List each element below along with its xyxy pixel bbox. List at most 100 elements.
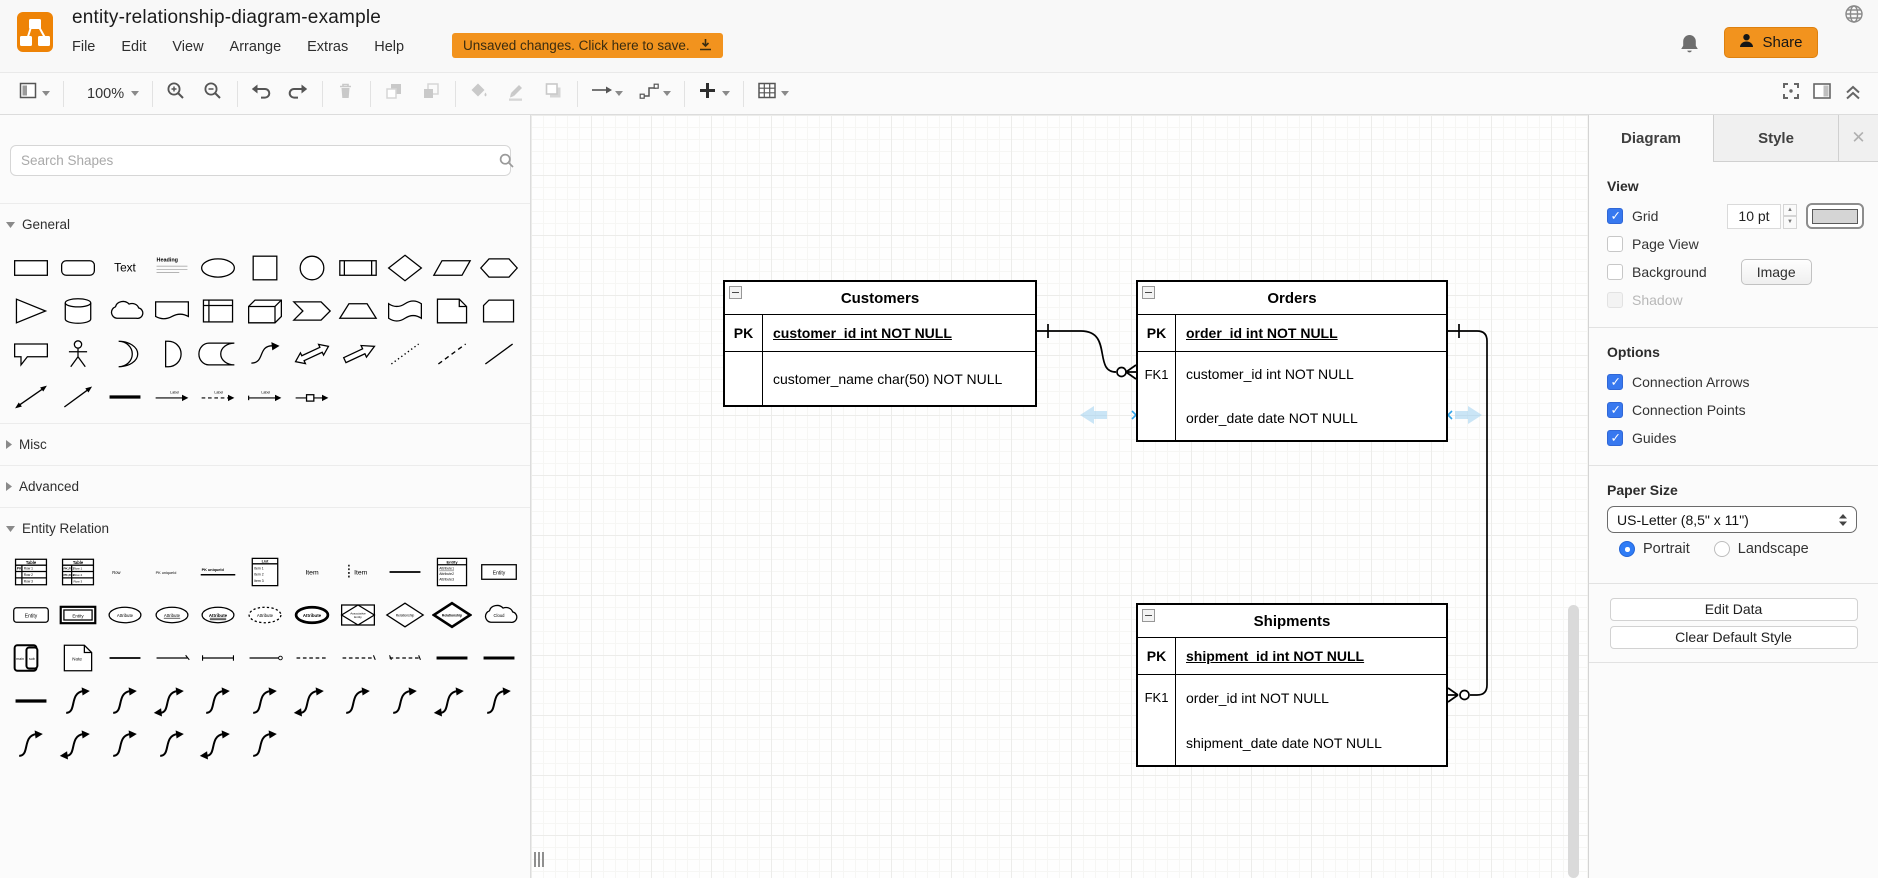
shape-table-2[interactable]: Table PK,FK1 PK,FK2 Row 1 Row 2 Row 3 [55, 553, 102, 590]
tab-diagram[interactable]: Diagram [1589, 115, 1714, 162]
shape-tape[interactable] [382, 292, 429, 329]
collapse-icon[interactable] [1142, 286, 1155, 299]
shape-attribute-underline[interactable]: Attribute [148, 596, 195, 633]
tab-style[interactable]: Style [1714, 115, 1839, 161]
redo-button[interactable] [280, 79, 317, 109]
shape-row-pk-line[interactable]: PK uniqueId [195, 553, 242, 590]
grid-color-swatch[interactable] [1806, 203, 1864, 229]
shape-bidirectional-connector[interactable] [8, 378, 55, 415]
paper-size-select[interactable]: US-Letter (8,5" x 11") [1607, 506, 1857, 533]
unsaved-changes-banner[interactable]: Unsaved changes. Click here to save. [452, 33, 723, 58]
zoom-in-button[interactable] [158, 79, 195, 109]
menu-file[interactable]: File [72, 39, 95, 55]
er-value-cell[interactable]: customer_id int NOT NULL [763, 315, 1035, 351]
insert-button[interactable] [690, 79, 738, 109]
er-key-cell[interactable]: FK1 [1138, 675, 1176, 720]
to-back-button[interactable] [413, 79, 450, 109]
shape-callout[interactable] [8, 335, 55, 372]
sidebar-section-advanced[interactable]: Advanced [0, 465, 530, 507]
shape-textbox[interactable]: Heading [148, 249, 195, 286]
er-value-cell[interactable]: customer_id int NOT NULL [1176, 352, 1446, 396]
shape-entity-rounded[interactable]: Entity [8, 596, 55, 633]
shape-directional-connector[interactable] [55, 378, 102, 415]
er-row[interactable]: shipment_date date NOT NULL [1138, 720, 1446, 765]
menu-view[interactable]: View [172, 39, 203, 55]
shape-parallelogram[interactable] [429, 249, 476, 286]
shape-and[interactable] [148, 335, 195, 372]
diagram-canvas[interactable]: Customers PK customer_id int NOT NULL custo… [531, 115, 1588, 878]
shape-actor[interactable] [55, 335, 102, 372]
search-input[interactable] [10, 145, 511, 176]
shape-er-edge-10[interactable] [475, 682, 522, 719]
shape-cloud-er[interactable]: Cloud [475, 596, 522, 633]
shape-er-edge-8[interactable] [382, 682, 429, 719]
shape-labeled-arrow-3[interactable]: Label [242, 378, 289, 415]
shape-step[interactable] [288, 292, 335, 329]
shape-er-edge-9[interactable] [429, 682, 476, 719]
shape-composite-entity[interactable]: main sub [8, 639, 55, 676]
shape-line-dashed-2[interactable] [335, 639, 382, 676]
shape-note-er[interactable]: Note [55, 639, 102, 676]
shape-line-end-2[interactable] [195, 639, 242, 676]
shape-link-bold[interactable] [8, 682, 55, 719]
shape-labeled-arrow-4[interactable] [288, 378, 335, 415]
shape-process[interactable] [335, 249, 382, 286]
image-button[interactable]: Image [1740, 259, 1812, 285]
er-value-cell[interactable]: shipment_id int NOT NULL [1176, 638, 1446, 674]
er-key-cell[interactable]: FK1 [1138, 352, 1176, 396]
format-toggle-icon[interactable] [1812, 81, 1833, 107]
shape-line-dashed-1[interactable] [288, 639, 335, 676]
zoom-out-button[interactable] [195, 79, 232, 109]
edit-data-button[interactable]: Edit Data [1609, 598, 1858, 621]
background-checkbox[interactable] [1607, 264, 1623, 280]
shape-link[interactable] [101, 378, 148, 415]
shape-row-pk[interactable]: PK uniqueId [148, 553, 195, 590]
fill-color-button[interactable] [461, 79, 498, 109]
shape-er-edge-7[interactable] [335, 682, 382, 719]
er-row[interactable]: FK1 order_id int NOT NULL [1138, 675, 1446, 720]
portrait-radio[interactable]: Portrait [1619, 541, 1690, 557]
shape-note[interactable] [429, 292, 476, 329]
sidebar-section-entity-relation[interactable]: Entity Relation [0, 507, 530, 549]
er-table-title[interactable]: Customers [725, 282, 1035, 315]
zoom-level-dropdown[interactable]: 100% [69, 79, 147, 109]
grid-size-stepper[interactable]: ▲ ▼ [1783, 203, 1797, 229]
menu-extras[interactable]: Extras [307, 39, 348, 55]
shape-list[interactable]: List Item 1 Item 2 Item 3 [242, 553, 289, 590]
shape-attribute-dashed[interactable]: Attribute [242, 596, 289, 633]
er-key-cell[interactable] [1138, 396, 1176, 440]
connection-button[interactable] [583, 79, 631, 109]
format-panel-button[interactable] [10, 79, 58, 109]
menu-arrange[interactable]: Arrange [230, 39, 282, 55]
search-icon[interactable] [499, 153, 514, 173]
shape-document[interactable] [148, 292, 195, 329]
drawio-logo-icon[interactable] [17, 12, 53, 52]
sidebar-section-general[interactable]: General [0, 203, 530, 245]
er-table-title[interactable]: Shipments [1138, 605, 1446, 638]
shape-er-edge-6[interactable] [288, 682, 335, 719]
shape-rounded-rectangle[interactable] [55, 249, 102, 286]
shape-entity[interactable]: Entity [475, 553, 522, 590]
shape-arrow[interactable] [335, 335, 382, 372]
er-table-shipments[interactable]: Shipments PK shipment_id int NOT NULL FK1 or… [1136, 603, 1448, 767]
fullscreen-icon[interactable] [1781, 81, 1802, 107]
shape-or[interactable] [101, 335, 148, 372]
delete-button[interactable] [328, 79, 365, 109]
undo-button[interactable] [243, 79, 280, 109]
shape-er-edge-1[interactable] [55, 682, 102, 719]
shape-curve[interactable] [242, 335, 289, 372]
shape-triangle[interactable] [8, 292, 55, 329]
shape-data-storage[interactable] [195, 335, 242, 372]
shape-text[interactable]: Text [101, 249, 148, 286]
shape-er-edge-3[interactable] [148, 682, 195, 719]
er-key-cell[interactable]: PK [1138, 638, 1176, 674]
collapse-icon[interactable] [729, 286, 742, 299]
er-table-orders[interactable]: Orders PK order_id int NOT NULL FK1 customer… [1136, 280, 1448, 442]
er-key-cell[interactable]: PK [725, 315, 763, 351]
connection-points-checkbox[interactable] [1607, 402, 1623, 418]
shape-trapezoid[interactable] [335, 292, 382, 329]
er-value-cell[interactable]: shipment_date date NOT NULL [1176, 720, 1446, 765]
close-icon[interactable]: ✕ [1839, 115, 1878, 161]
shape-entity-with-attributes[interactable]: Entity Attribute1 Attribute2 Attribute3 [429, 553, 476, 590]
shape-er-edge-16[interactable] [242, 725, 289, 762]
